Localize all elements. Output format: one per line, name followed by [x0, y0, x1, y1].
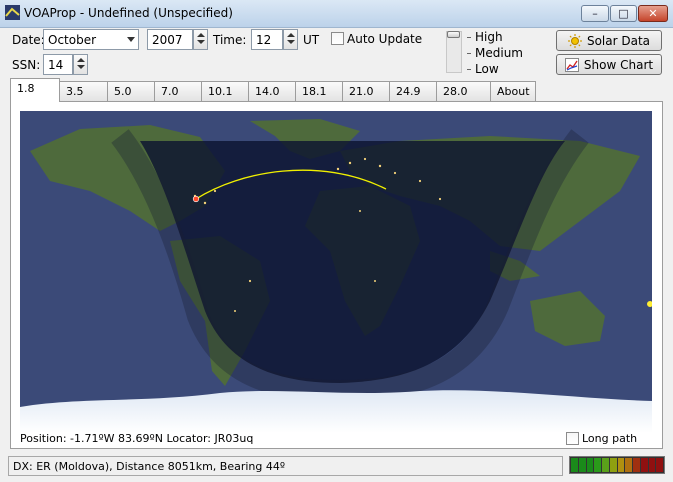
auto-update-label: Auto Update [347, 32, 423, 46]
tab-21-0[interactable]: 21.0 [342, 81, 390, 101]
signal-meter-segment [648, 458, 656, 472]
level-low-label: Low [475, 62, 499, 76]
long-path-checkbox[interactable] [566, 432, 579, 445]
tab-1-8[interactable]: 1.8 [10, 78, 60, 102]
year-input[interactable]: 2007 [147, 29, 193, 50]
signal-meter-segment [602, 458, 609, 472]
tab-10-1[interactable]: 10.1 [201, 81, 249, 101]
long-path-label: Long path [582, 432, 638, 445]
signal-meter-segment [656, 458, 663, 472]
time-label: Time: [213, 33, 247, 47]
slider-tick [467, 37, 471, 38]
time-stepper[interactable] [283, 29, 298, 50]
show-chart-label: Show Chart [583, 57, 654, 72]
time-input[interactable]: 12 [251, 29, 283, 50]
window-title: VOAProp - Undefined (Unspecified) [24, 6, 233, 20]
tab-18-1[interactable]: 18.1 [295, 81, 343, 101]
tab-3-5[interactable]: 3.5 [59, 81, 108, 101]
solar-data-label: Solar Data [586, 33, 651, 48]
show-chart-button[interactable]: Show Chart [556, 54, 662, 75]
ssn-label: SSN: [12, 58, 41, 72]
year-stepper[interactable] [193, 29, 208, 50]
slider-tick [467, 69, 471, 70]
time-value: 12 [256, 32, 272, 47]
tab-14-0[interactable]: 14.0 [248, 81, 296, 101]
chart-icon [564, 57, 579, 72]
world-map[interactable] [20, 111, 652, 433]
home-marker [192, 195, 200, 203]
tab-5-0[interactable]: 5.0 [107, 81, 155, 101]
ssn-input[interactable]: 14 [43, 54, 73, 75]
maximize-button[interactable]: □ [610, 5, 637, 22]
month-value: October [48, 32, 97, 47]
level-slider-thumb[interactable] [447, 31, 460, 38]
auto-update-checkbox[interactable] [331, 32, 344, 45]
signal-meter-segment [617, 458, 625, 472]
tab-about[interactable]: About [490, 81, 536, 101]
app-icon [5, 5, 20, 20]
level-medium-label: Medium [475, 46, 523, 60]
ssn-value: 14 [48, 57, 64, 72]
slider-tick [467, 53, 471, 54]
title-bar: VOAProp - Undefined (Unspecified) [0, 0, 673, 28]
position-readout: Position: -1.71ºW 83.69ºN Locator: JR03u… [20, 432, 254, 445]
year-value: 2007 [152, 32, 183, 47]
date-label: Date: [12, 33, 45, 47]
signal-meter-segment [640, 458, 648, 472]
signal-meter-segment [586, 458, 594, 472]
close-button[interactable]: ✕ [638, 5, 668, 22]
signal-meter-segment [609, 458, 617, 472]
ssn-stepper[interactable] [73, 54, 88, 75]
signal-meter-segment [625, 458, 632, 472]
status-text: DX: ER (Moldova), Distance 8051km, Beari… [8, 456, 563, 476]
signal-meter-segment [578, 458, 586, 472]
month-select[interactable]: October [43, 29, 139, 50]
solar-data-button[interactable]: Solar Data [556, 30, 662, 51]
signal-meter-segment [594, 458, 601, 472]
sun-icon [567, 33, 582, 48]
signal-meter-segment [633, 458, 640, 472]
signal-meter [569, 456, 665, 474]
level-high-label: High [475, 30, 503, 44]
signal-meter-segment [571, 458, 578, 472]
chevron-down-icon [127, 37, 135, 42]
tab-28-0[interactable]: 28.0 [436, 81, 491, 101]
time-unit: UT [303, 33, 320, 47]
minimize-button[interactable]: – [581, 5, 609, 22]
tab-7-0[interactable]: 7.0 [154, 81, 202, 101]
tab-24-9[interactable]: 24.9 [389, 81, 437, 101]
